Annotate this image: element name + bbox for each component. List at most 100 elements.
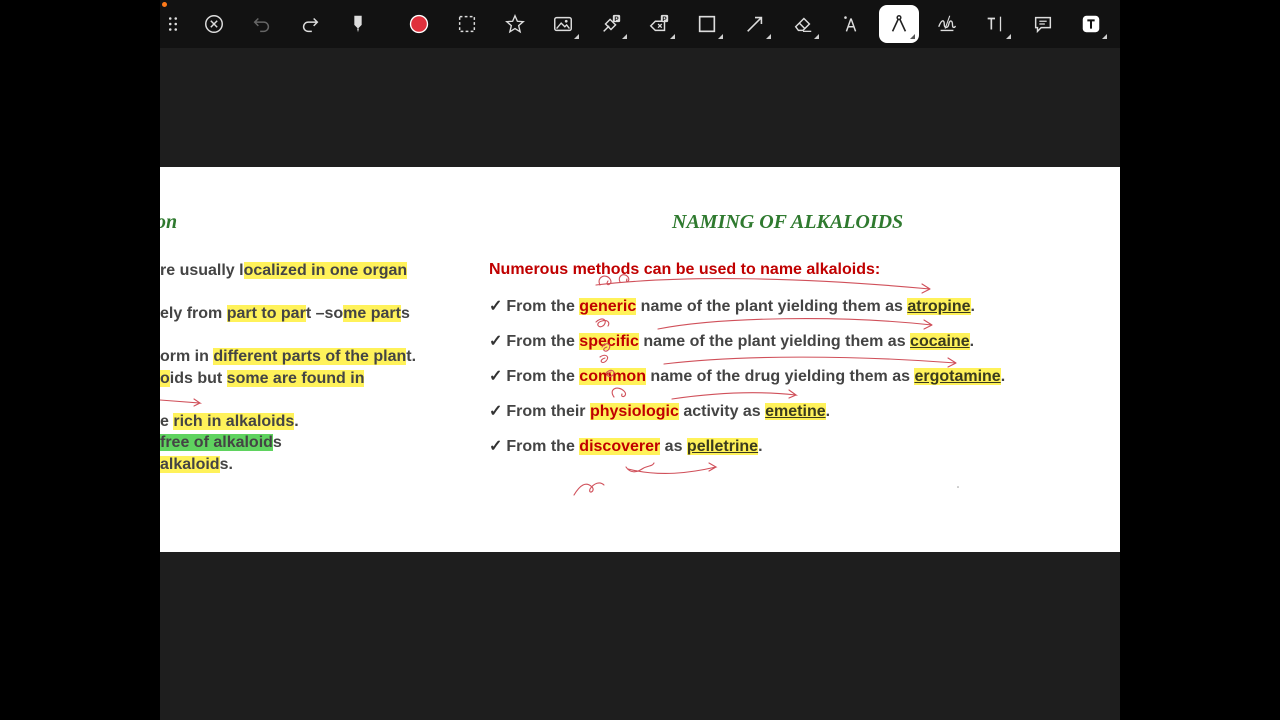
favorite-button[interactable]	[495, 5, 535, 43]
left-line-text: different parts of the plan	[213, 348, 407, 365]
redo-icon	[299, 13, 321, 35]
left-slide-title: on	[160, 211, 178, 233]
left-line-text: s	[400, 305, 410, 322]
left-slide-line: oids but some are found in	[160, 370, 365, 388]
handwriting-icon	[936, 13, 958, 35]
lasso-select-button[interactable]	[447, 5, 487, 43]
pen-button[interactable]	[338, 5, 378, 43]
eraser-p-icon: P	[648, 13, 670, 35]
highlighter-p-icon: P	[600, 13, 622, 35]
item-text: name of the plant yielding them as	[636, 298, 908, 315]
image-icon	[552, 13, 574, 35]
naming-method-item: ✓ From their physiologic activity as emet…	[489, 401, 830, 421]
check-icon: ✓	[489, 403, 503, 420]
eraser-p-button[interactable]: P	[639, 5, 679, 43]
key-term: generic	[579, 298, 637, 315]
undo-button[interactable]	[242, 5, 282, 43]
shape-icon	[696, 13, 718, 35]
lasso-select-icon	[456, 13, 478, 35]
undo-icon	[251, 13, 273, 35]
text-cursor-icon	[984, 13, 1006, 35]
key-term: discoverer	[579, 438, 661, 455]
highlighter-p-button[interactable]: P	[591, 5, 631, 43]
item-text: From their	[506, 403, 590, 420]
submenu-indicator	[1102, 34, 1107, 39]
text-box-button[interactable]	[1071, 5, 1111, 43]
handwriting-button[interactable]	[927, 5, 967, 43]
grid-handle-button[interactable]	[153, 5, 193, 43]
close-button[interactable]	[194, 5, 234, 43]
item-text: name of the plant yielding them as	[638, 333, 911, 350]
submenu-indicator	[1006, 34, 1011, 39]
laser-icon	[840, 13, 862, 35]
left-line-text: .	[294, 413, 299, 430]
left-slide-line: orm in different parts of the plant.	[160, 348, 416, 366]
document-page[interactable]: on re usually localized in one organ ely …	[160, 167, 1120, 552]
left-line-text: part to par	[226, 305, 306, 322]
compass-icon	[888, 13, 910, 35]
left-line-text: t –so	[305, 305, 344, 322]
naming-method-item: ✓ From the discoverer as pelletrine.	[489, 436, 763, 456]
submenu-indicator	[814, 34, 819, 39]
check-icon: ✓	[489, 298, 503, 315]
item-punctuation: .	[1000, 368, 1006, 385]
left-line-text: o	[160, 370, 170, 387]
svg-text:P: P	[614, 16, 619, 23]
key-term: specific	[579, 333, 639, 350]
close-icon	[203, 13, 225, 35]
color-button[interactable]	[399, 5, 439, 43]
image-button[interactable]	[543, 5, 583, 43]
naming-method-item: ✓ From the specific name of the plant yie…	[489, 331, 974, 351]
item-punctuation: .	[758, 438, 763, 455]
item-text: From the	[506, 368, 580, 385]
example-alkaloid: pelletrine	[686, 438, 759, 455]
left-line-text: orm in	[160, 348, 214, 365]
left-line-text: s	[272, 434, 282, 451]
left-slide-line: re usually localized in one organ	[160, 262, 408, 280]
pen-icon	[347, 13, 369, 35]
submenu-indicator	[622, 34, 627, 39]
item-text: name of the drug yielding them as	[645, 368, 915, 385]
check-icon: ✓	[489, 333, 503, 350]
item-punctuation: .	[969, 333, 975, 350]
submenu-indicator	[910, 34, 915, 39]
text-box-icon	[1080, 13, 1102, 35]
item-text: From the	[506, 298, 580, 315]
shape-button[interactable]	[687, 5, 727, 43]
laser-button[interactable]	[831, 5, 871, 43]
eraser-button[interactable]	[783, 5, 823, 43]
item-text: From the	[506, 438, 580, 455]
text-cursor-button[interactable]	[975, 5, 1015, 43]
svg-text:P: P	[662, 16, 667, 23]
note-app: P P on re usually localized in one organ e…	[160, 0, 1120, 720]
comment-button[interactable]	[1023, 5, 1063, 43]
left-slide-line: free of alkaloids	[160, 434, 282, 452]
left-line-text: some are found in	[226, 370, 365, 387]
item-text: activity as	[678, 403, 766, 420]
comment-icon	[1032, 13, 1054, 35]
submenu-indicator	[718, 34, 723, 39]
left-line-text: me part	[343, 305, 401, 322]
redo-button[interactable]	[290, 5, 330, 43]
slide-title: NAMING OF ALKALOIDS	[672, 211, 904, 233]
left-line-text: rich in alkaloids	[173, 413, 295, 430]
example-alkaloid: ergotamine	[914, 368, 1001, 385]
compass-button[interactable]	[879, 5, 919, 43]
naming-method-item: ✓ From the generic name of the plant yiel…	[489, 296, 975, 316]
favorite-icon	[504, 13, 526, 35]
item-punctuation: .	[825, 403, 831, 420]
color-icon	[408, 13, 430, 35]
left-line-text: free of alkaloid	[160, 434, 273, 451]
key-term: physiologic	[589, 403, 679, 420]
previous-slide: on re usually localized in one organ ely …	[160, 167, 460, 552]
submenu-indicator	[670, 34, 675, 39]
left-line-text: ely from	[160, 305, 227, 322]
grid-handle-icon	[162, 13, 184, 35]
example-alkaloid: emetine	[765, 403, 826, 420]
item-punctuation: .	[970, 298, 975, 315]
left-line-text: re usually l	[160, 262, 244, 279]
key-term: common	[579, 368, 646, 385]
check-icon: ✓	[489, 438, 503, 455]
item-text: as	[660, 438, 687, 455]
line-button[interactable]	[735, 5, 775, 43]
